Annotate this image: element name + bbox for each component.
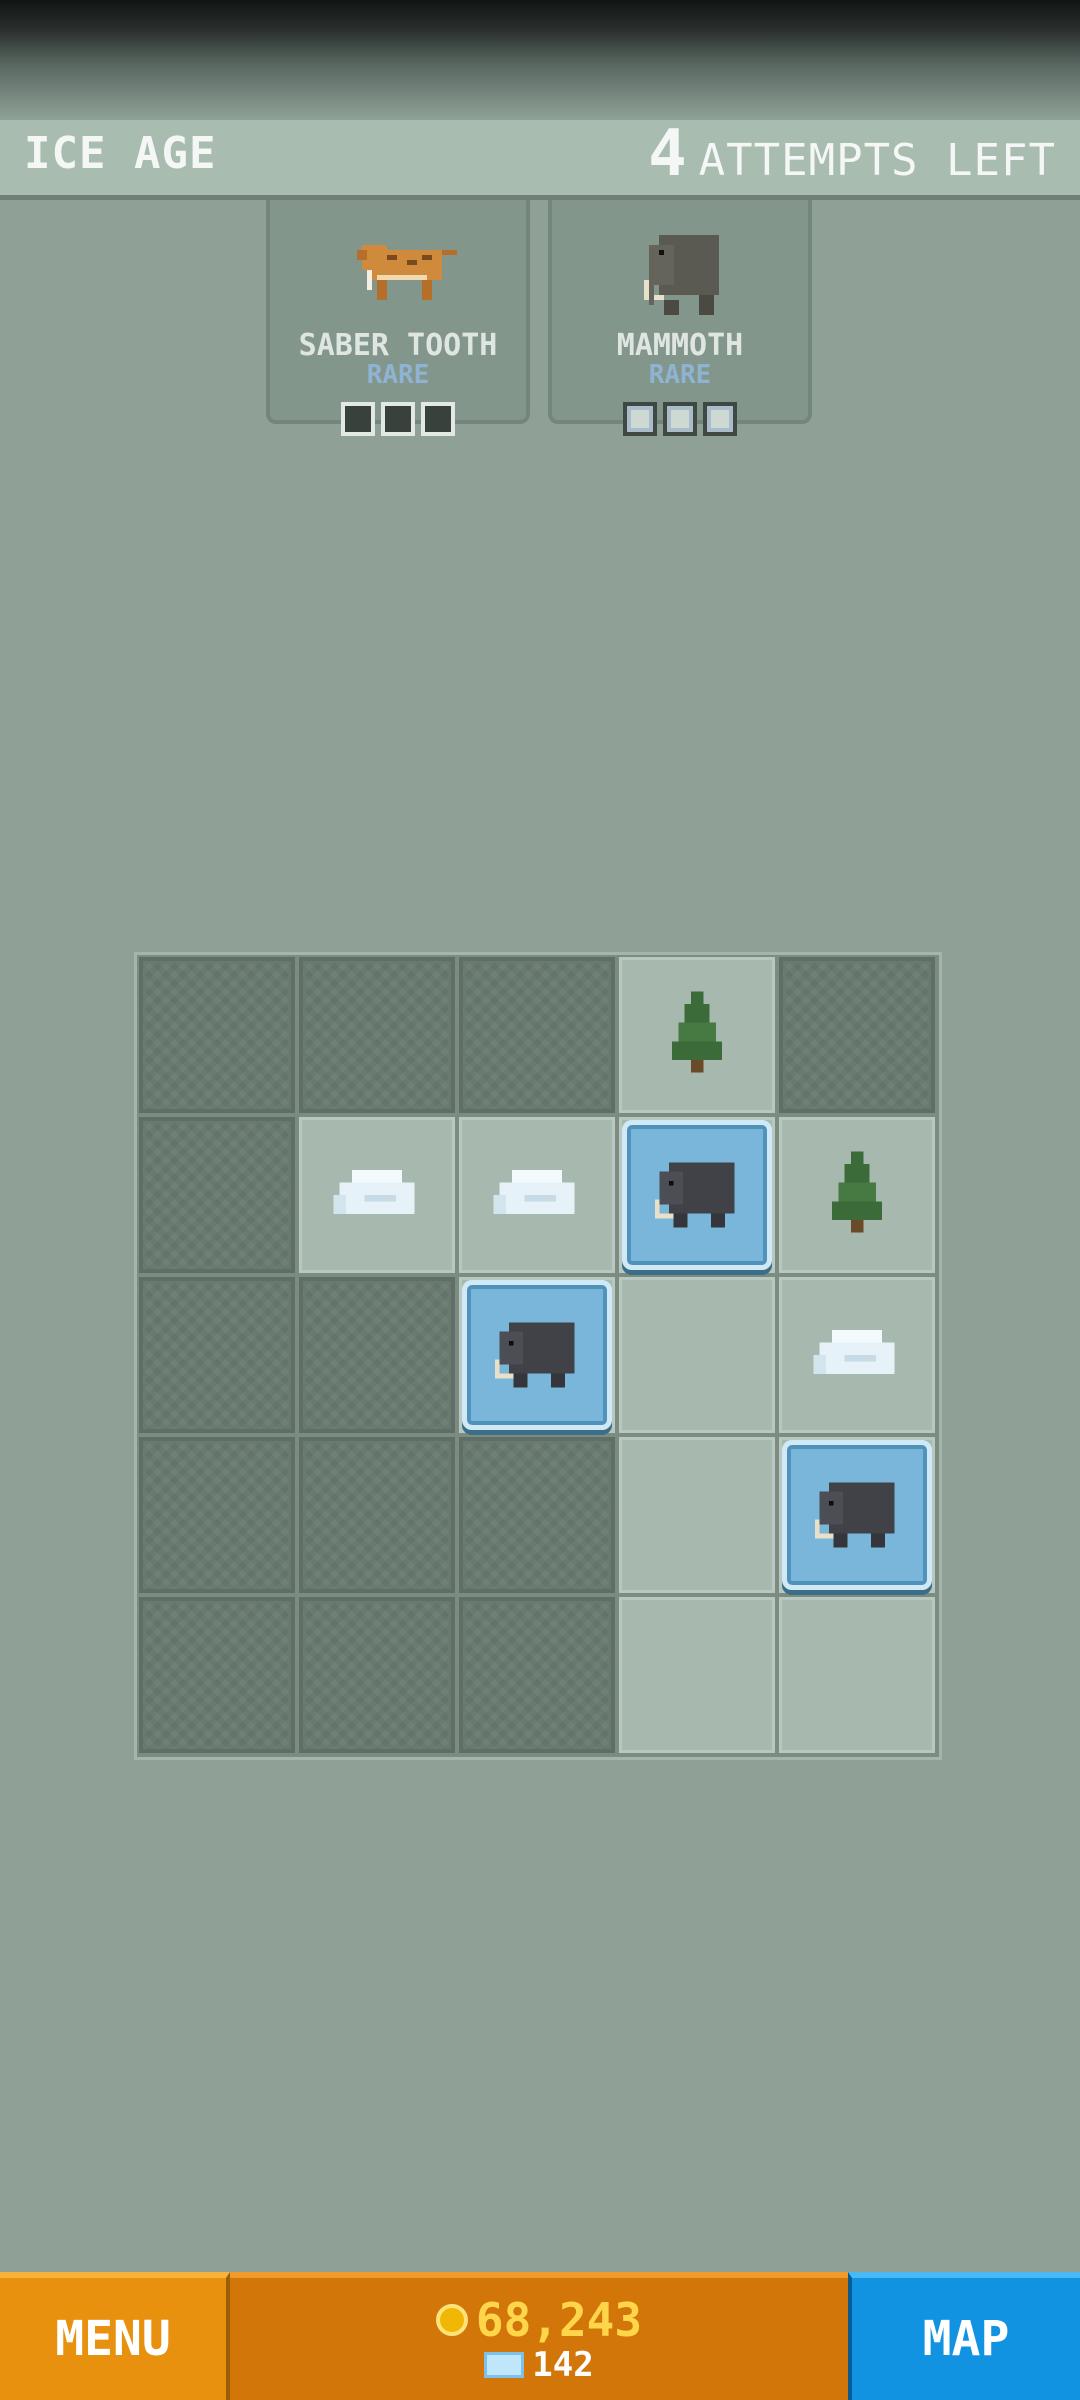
board-cell bbox=[779, 1597, 935, 1753]
bottom-bar: MENU 68,243 142 MAP bbox=[0, 2272, 1080, 2400]
found-mammoth-tile bbox=[622, 1120, 772, 1270]
board-cell bbox=[779, 1437, 935, 1593]
progress-slot bbox=[663, 402, 697, 436]
mammoth-icon bbox=[655, 1162, 735, 1228]
map-button[interactable]: MAP bbox=[848, 2272, 1080, 2400]
attempts-count: 4 bbox=[648, 117, 687, 191]
board-cell[interactable] bbox=[299, 1277, 455, 1433]
attempts-label: ATTEMPTS LEFT bbox=[698, 135, 1056, 186]
board-cell[interactable] bbox=[299, 1597, 455, 1753]
board-cell[interactable] bbox=[139, 1437, 295, 1593]
progress-slots bbox=[270, 402, 526, 436]
pine-tree-icon bbox=[832, 1151, 882, 1233]
progress-slot bbox=[703, 402, 737, 436]
coin-icon bbox=[435, 2304, 468, 2336]
progress-slot bbox=[341, 402, 375, 436]
board-cell[interactable] bbox=[459, 1597, 615, 1753]
board-cell[interactable] bbox=[299, 957, 455, 1113]
board-cell bbox=[619, 957, 775, 1113]
level-header: ICE AGE 4 ATTEMPTS LEFT bbox=[0, 120, 1080, 200]
saber-tooth-icon bbox=[357, 245, 457, 300]
gem-amount: 142 bbox=[532, 2345, 594, 2385]
board-cell bbox=[779, 1277, 935, 1433]
currency-display: 68,243 142 bbox=[230, 2272, 848, 2400]
board-cell bbox=[459, 1117, 615, 1273]
ice-gem-icon bbox=[484, 2352, 525, 2378]
progress-slot bbox=[381, 402, 415, 436]
board-cell[interactable] bbox=[459, 1437, 615, 1593]
progress-slots bbox=[552, 402, 808, 436]
ice-chunk-icon bbox=[333, 1170, 415, 1214]
board-cell bbox=[779, 1117, 935, 1273]
status-bar-area bbox=[0, 0, 1080, 120]
mammoth-icon bbox=[815, 1482, 895, 1548]
attempts-counter: 4 ATTEMPTS LEFT bbox=[648, 122, 1056, 193]
dig-board bbox=[134, 952, 942, 1760]
collection-cards: SABER TOOTH RARE MAMMOTH RARE bbox=[266, 200, 812, 436]
board-cell bbox=[459, 1277, 615, 1433]
board-cell bbox=[619, 1597, 775, 1753]
found-mammoth-tile bbox=[462, 1280, 612, 1430]
board-cell[interactable] bbox=[139, 1597, 295, 1753]
found-mammoth-tile bbox=[782, 1440, 932, 1590]
board-cell[interactable] bbox=[299, 1437, 455, 1593]
card-name: SABER TOOTH bbox=[298, 328, 498, 363]
progress-slot bbox=[623, 402, 657, 436]
board-cell[interactable] bbox=[779, 957, 935, 1113]
pine-tree-icon bbox=[672, 991, 722, 1073]
board-cell[interactable] bbox=[139, 1117, 295, 1273]
card-saber-tooth[interactable]: SABER TOOTH RARE bbox=[266, 200, 530, 436]
ice-chunk-icon bbox=[813, 1330, 895, 1374]
menu-button[interactable]: MENU bbox=[0, 2272, 230, 2400]
mammoth-icon bbox=[644, 235, 719, 315]
card-name: MAMMOTH bbox=[616, 328, 744, 363]
card-rarity: RARE bbox=[366, 360, 430, 390]
ice-chunk-icon bbox=[493, 1170, 575, 1214]
card-rarity: RARE bbox=[648, 360, 712, 390]
board-cell[interactable] bbox=[459, 957, 615, 1113]
gold-amount: 68,243 bbox=[475, 2293, 643, 2347]
mammoth-icon bbox=[495, 1322, 575, 1388]
board-cell bbox=[619, 1277, 775, 1433]
board-cell[interactable] bbox=[139, 957, 295, 1113]
board-cell bbox=[299, 1117, 455, 1273]
progress-slot bbox=[421, 402, 455, 436]
board-cell bbox=[619, 1437, 775, 1593]
board-cell bbox=[619, 1117, 775, 1273]
board-cell[interactable] bbox=[139, 1277, 295, 1433]
card-mammoth[interactable]: MAMMOTH RARE bbox=[548, 200, 812, 436]
level-title: ICE AGE bbox=[24, 128, 217, 179]
